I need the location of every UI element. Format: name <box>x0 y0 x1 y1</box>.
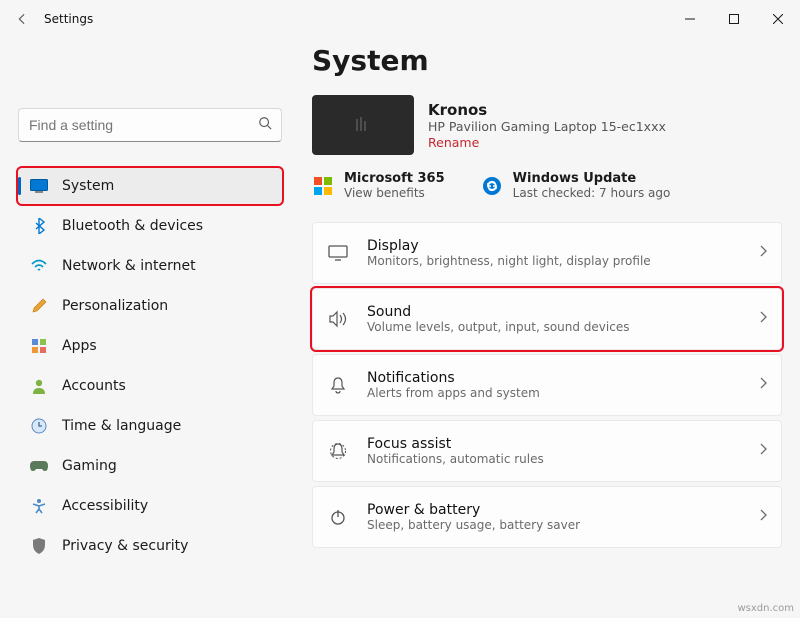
maximize-icon <box>729 14 739 24</box>
device-details: Kronos HP Pavilion Gaming Laptop 15-ec1x… <box>428 101 666 150</box>
card-desc: Notifications, automatic rules <box>367 452 741 466</box>
apps-icon <box>30 337 48 355</box>
device-thumbnail[interactable] <box>312 95 414 155</box>
device-model: HP Pavilion Gaming Laptop 15-ec1xxx <box>428 119 666 134</box>
maximize-button[interactable] <box>712 3 756 35</box>
minimize-icon <box>685 14 695 24</box>
time-icon <box>30 417 48 435</box>
service-row: Microsoft 365 View benefits Windows Upda… <box>312 171 782 200</box>
accounts-icon <box>30 377 48 395</box>
rename-link[interactable]: Rename <box>428 135 666 150</box>
network-icon <box>30 257 48 275</box>
sidebar-item-label: Apps <box>62 338 97 354</box>
card-power[interactable]: Power & battery Sleep, battery usage, ba… <box>312 486 782 548</box>
close-button[interactable] <box>756 3 800 35</box>
microsoft-365-icon <box>312 175 334 197</box>
microsoft-365-link[interactable]: Microsoft 365 View benefits <box>312 171 445 200</box>
app-title: Settings <box>44 12 93 26</box>
chevron-right-icon <box>759 509 767 525</box>
sidebar-item-privacy[interactable]: Privacy & security <box>18 528 282 564</box>
gaming-icon <box>30 457 48 475</box>
device-name: Kronos <box>428 101 666 119</box>
sidebar-item-accounts[interactable]: Accounts <box>18 368 282 404</box>
card-notifications[interactable]: Notifications Alerts from apps and syste… <box>312 354 782 416</box>
settings-cards: Display Monitors, brightness, night ligh… <box>312 222 782 548</box>
sidebar-item-label: Personalization <box>62 298 168 314</box>
sidebar-item-label: Privacy & security <box>62 538 188 554</box>
close-icon <box>773 14 783 24</box>
chevron-right-icon <box>759 311 767 327</box>
sidebar-item-label: Accessibility <box>62 498 148 514</box>
card-title: Display <box>367 238 741 254</box>
power-icon <box>327 508 349 526</box>
card-title: Power & battery <box>367 502 741 518</box>
sidebar-item-accessibility[interactable]: Accessibility <box>18 488 282 524</box>
card-desc: Alerts from apps and system <box>367 386 741 400</box>
main-content: System Kronos HP Pavilion Gaming Laptop … <box>300 38 800 616</box>
chevron-right-icon <box>759 245 767 261</box>
display-icon <box>327 245 349 261</box>
wallpaper-icon <box>344 113 382 137</box>
sidebar-item-time[interactable]: Time & language <box>18 408 282 444</box>
sidebar-item-label: System <box>62 178 114 194</box>
privacy-icon <box>30 537 48 555</box>
search-container <box>18 108 282 142</box>
watermark: wsxdn.com <box>737 603 794 614</box>
device-info-row: Kronos HP Pavilion Gaming Laptop 15-ec1x… <box>312 95 782 155</box>
page-title: System <box>312 44 782 77</box>
sidebar-item-label: Bluetooth & devices <box>62 218 203 234</box>
card-focus-assist[interactable]: Focus assist Notifications, automatic ru… <box>312 420 782 482</box>
sidebar-item-system[interactable]: System <box>18 168 282 204</box>
chevron-right-icon <box>759 377 767 393</box>
back-button[interactable] <box>8 5 36 33</box>
windows-update-icon <box>481 175 503 197</box>
service-subtitle: View benefits <box>344 186 445 200</box>
card-desc: Monitors, brightness, night light, displ… <box>367 254 741 268</box>
windows-update-link[interactable]: Windows Update Last checked: 7 hours ago <box>481 171 671 200</box>
card-desc: Sleep, battery usage, battery saver <box>367 518 741 532</box>
sound-icon <box>327 310 349 328</box>
sidebar: System Bluetooth & devices Network & int… <box>0 38 300 616</box>
accessibility-icon <box>30 497 48 515</box>
service-title: Windows Update <box>513 171 671 186</box>
sidebar-item-personalization[interactable]: Personalization <box>18 288 282 324</box>
notifications-icon <box>327 376 349 394</box>
sidebar-item-label: Accounts <box>62 378 126 394</box>
card-title: Notifications <box>367 370 741 386</box>
arrow-left-icon <box>15 12 29 26</box>
service-title: Microsoft 365 <box>344 171 445 186</box>
card-sound[interactable]: Sound Volume levels, output, input, soun… <box>312 288 782 350</box>
sidebar-item-gaming[interactable]: Gaming <box>18 448 282 484</box>
sidebar-item-label: Network & internet <box>62 258 196 274</box>
card-title: Focus assist <box>367 436 741 452</box>
sidebar-item-apps[interactable]: Apps <box>18 328 282 364</box>
service-subtitle: Last checked: 7 hours ago <box>513 186 671 200</box>
sidebar-item-network[interactable]: Network & internet <box>18 248 282 284</box>
title-bar: Settings <box>0 0 800 38</box>
system-icon <box>30 177 48 195</box>
search-input[interactable] <box>18 108 282 142</box>
sidebar-item-label: Time & language <box>62 418 181 434</box>
card-title: Sound <box>367 304 741 320</box>
chevron-right-icon <box>759 443 767 459</box>
personalization-icon <box>30 297 48 315</box>
sidebar-item-label: Gaming <box>62 458 117 474</box>
focus-assist-icon <box>327 442 349 460</box>
bluetooth-icon <box>30 217 48 235</box>
card-desc: Volume levels, output, input, sound devi… <box>367 320 741 334</box>
minimize-button[interactable] <box>668 3 712 35</box>
sidebar-item-bluetooth[interactable]: Bluetooth & devices <box>18 208 282 244</box>
card-display[interactable]: Display Monitors, brightness, night ligh… <box>312 222 782 284</box>
search-icon <box>258 116 272 134</box>
